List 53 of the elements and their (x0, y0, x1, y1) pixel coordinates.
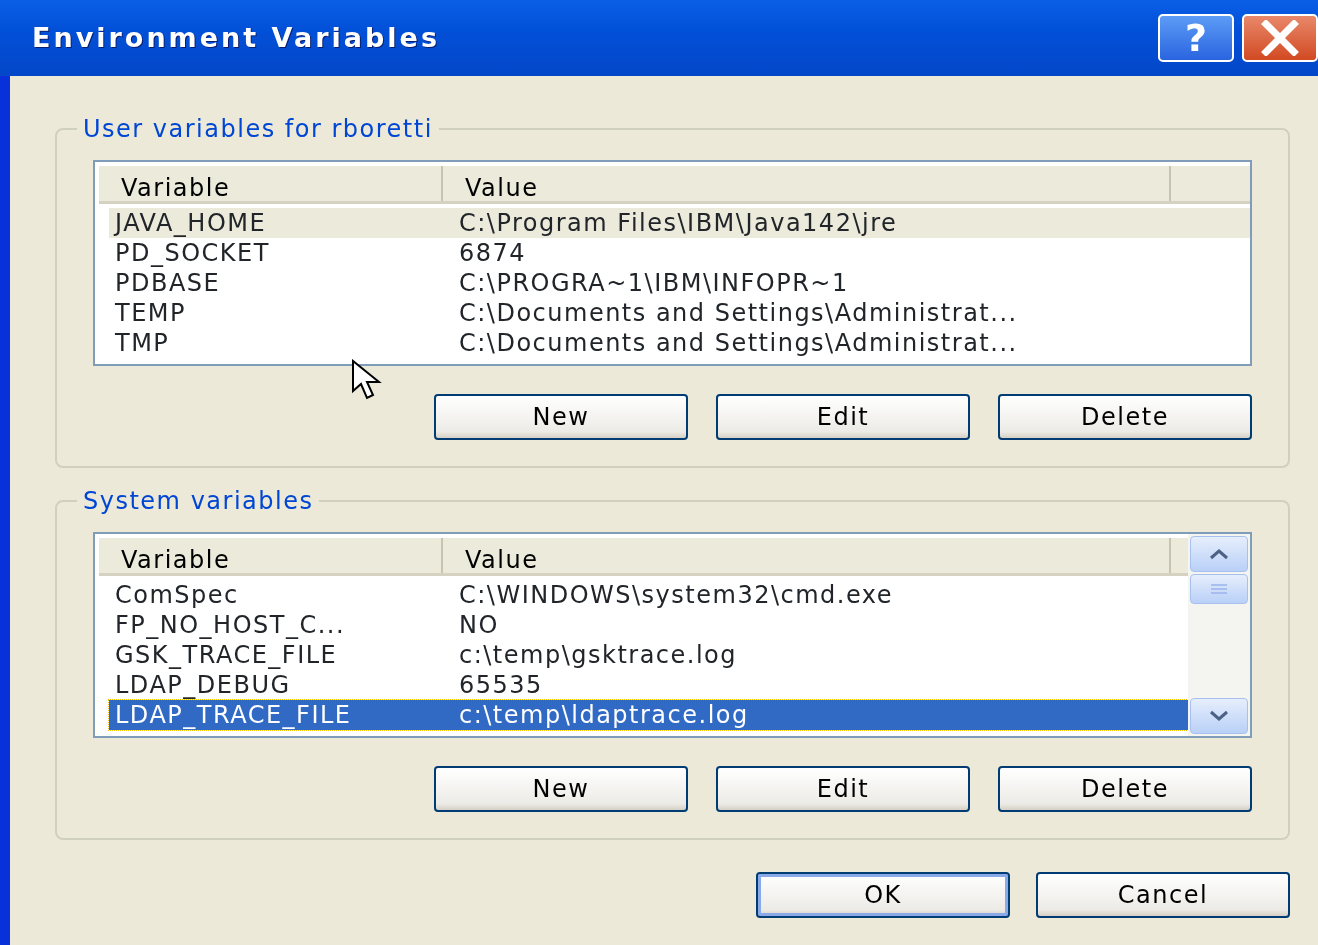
list-row[interactable]: LDAP_DEBUG 65535 (109, 670, 1188, 700)
list-row[interactable]: JAVA_HOME C:\Program Files\IBM\Java142\jre (109, 208, 1250, 238)
variable-name: JAVA_HOME (112, 208, 268, 239)
variable-value: C:\PROGRA~1\IBM\INFOPR~1 (458, 268, 849, 299)
scroll-thumb[interactable] (1190, 574, 1248, 604)
variable-name: ComSpec (114, 580, 240, 611)
list-row[interactable]: TEMP C:\Documents and Settings\Administrat... (109, 298, 1250, 328)
dialog-button[interactable]: New (434, 766, 688, 812)
variable-value: 6874 (458, 238, 527, 269)
scrollbar[interactable] (1188, 534, 1250, 736)
column-header[interactable]: Variable (99, 166, 443, 201)
column-header[interactable]: Value (443, 166, 1171, 201)
variable-name: GSK_TRACE_FILE (114, 640, 339, 671)
help-button[interactable]: ? (1158, 14, 1234, 62)
dialog-button[interactable]: Edit (716, 766, 970, 812)
close-icon (1260, 20, 1300, 56)
dialog-button[interactable]: New (434, 394, 688, 440)
dialog-button[interactable]: Delete (998, 766, 1252, 812)
list-row[interactable]: ComSpec C:\WINDOWS\system32\cmd.exe (109, 580, 1188, 610)
variable-name: LDAP_TRACE_FILE (114, 700, 353, 731)
variable-value: NO (458, 610, 499, 641)
chevron-down-icon (1208, 709, 1230, 723)
variable-name: LDAP_DEBUG (114, 670, 292, 701)
variable-value: C:\Documents and Settings\Administrat... (458, 298, 1018, 329)
list-row[interactable]: FP_NO_HOST_C... NO (109, 610, 1188, 640)
dialog-button[interactable]: Cancel (1036, 872, 1290, 918)
dialog-button[interactable]: OK (756, 872, 1010, 918)
variable-value: C:\Program Files\IBM\Java142\jre (458, 208, 898, 239)
chevron-up-icon (1208, 547, 1230, 561)
list-row[interactable]: TMP C:\Documents and Settings\Administrat... (109, 328, 1250, 358)
list-row[interactable]: GSK_TRACE_FILE c:\temp\gsktrace.log (109, 640, 1188, 670)
variable-value: c:\temp\gsktrace.log (458, 640, 738, 671)
dialog-button[interactable]: Edit (716, 394, 970, 440)
variable-name: PD_SOCKET (114, 238, 271, 269)
scroll-down-button[interactable] (1190, 698, 1248, 734)
variable-value: C:\Documents and Settings\Administrat... (458, 328, 1018, 359)
column-header[interactable]: Variable (99, 538, 443, 573)
variable-value: c:\temp\ldaptrace.log (458, 700, 749, 731)
variable-name: PDBASE (114, 268, 222, 299)
list-row[interactable]: PD_SOCKET 6874 (109, 238, 1250, 268)
dialog-button[interactable]: Delete (998, 394, 1252, 440)
window-title: Environment Variables (32, 20, 441, 55)
list-row[interactable]: PDBASE C:\PROGRA~1\IBM\INFOPR~1 (109, 268, 1250, 298)
scroll-up-button[interactable] (1190, 536, 1248, 572)
list-row[interactable]: LDAP_TRACE_FILE c:\temp\ldaptrace.log (109, 700, 1188, 730)
close-button[interactable] (1242, 14, 1318, 62)
grip-icon (1210, 583, 1228, 595)
variable-value: 65535 (458, 670, 543, 701)
variable-name: FP_NO_HOST_C... (114, 610, 347, 641)
variable-name: TMP (114, 328, 171, 359)
column-header[interactable]: Value (443, 538, 1171, 573)
variable-name: TEMP (114, 298, 187, 329)
variable-value: C:\WINDOWS\system32\cmd.exe (458, 580, 893, 611)
